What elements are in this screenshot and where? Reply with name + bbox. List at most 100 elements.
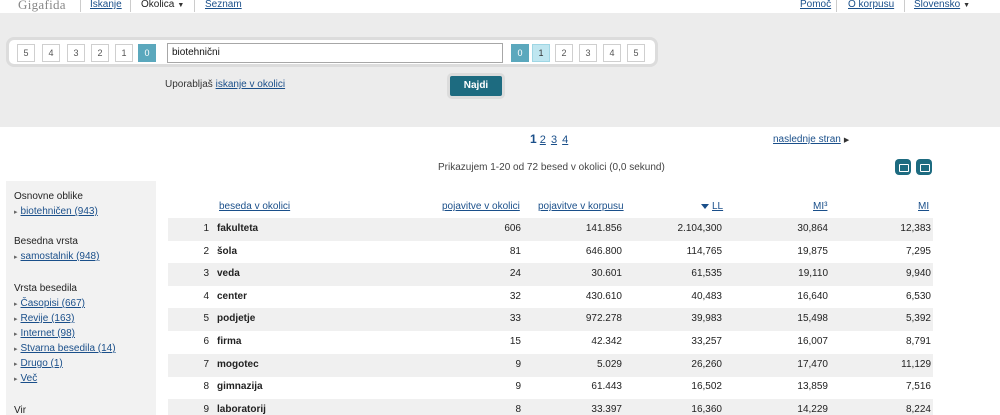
table-row[interactable]: 3 veda 24 30.601 61,535 19,110 9,940 <box>168 263 933 287</box>
bullet-icon: ▸ <box>14 331 18 338</box>
nav-seznam-link[interactable]: Seznam <box>205 0 242 10</box>
chevron-down-icon: ▼ <box>177 2 185 9</box>
cell-mi3: 30,864 <box>797 223 828 234</box>
search-input[interactable]: biotehnični <box>167 43 503 63</box>
cell-freq-corpus: 30.601 <box>591 268 622 280</box>
sidebar-item-label: Revije (163) <box>20 313 75 324</box>
cell-ll: 16,360 <box>691 403 722 415</box>
nav-about-link[interactable]: O korpusu <box>848 0 894 10</box>
table-row[interactable]: 9 laboratorij 8 33.397 16,360 14,229 8,224 <box>168 398 933 415</box>
cell-ll: 33,257 <box>691 336 722 347</box>
cell-ll: 39,983 <box>691 313 722 325</box>
sidebar-item-label: biotehničen (943) <box>20 206 98 217</box>
column-header-mi[interactable]: MI <box>918 201 929 212</box>
bullet-icon: ▸ <box>14 209 18 216</box>
sidebar-item-more[interactable]: ▸ Več <box>14 373 37 384</box>
right-window-5[interactable]: 5 <box>627 44 645 62</box>
cell-freq-context: 33 <box>509 313 521 325</box>
sidebar-item-label: Stvarna besedila (14) <box>20 343 116 354</box>
column-header-word[interactable]: beseda v okolici <box>219 201 290 212</box>
sort-desc-icon <box>701 203 709 209</box>
cell-word: podjetje <box>217 313 256 325</box>
cell-freq-context: 32 <box>509 290 521 302</box>
export-icon[interactable] <box>895 159 911 175</box>
cell-index: 7 <box>203 358 209 370</box>
column-header-freq-context[interactable]: pojavitve v okolici <box>442 201 520 212</box>
cell-mi3: 13,859 <box>797 381 828 393</box>
app-logo[interactable]: Gigafida <box>18 0 66 13</box>
column-header-ll[interactable]: LL <box>701 201 723 212</box>
bullet-icon: ▸ <box>14 346 18 353</box>
sidebar-item[interactable]: ▸ samostalnik (948) <box>14 251 99 262</box>
sidebar-item[interactable]: ▸ Časopisi (667) <box>14 298 85 309</box>
nav-okolica-menu[interactable]: Okolica ▼ <box>141 0 184 10</box>
right-window-1[interactable]: 1 <box>532 44 550 62</box>
table-row[interactable]: 7 mogotec 9 5.029 26,260 17,470 11,129 <box>168 353 933 377</box>
table-row[interactable]: 6 firma 15 42.342 33,257 16,007 8,791 <box>168 331 933 354</box>
page-link-4[interactable]: 4 <box>562 134 568 146</box>
left-window-5[interactable]: 5 <box>17 44 35 62</box>
cell-mi: 6,530 <box>905 290 931 302</box>
top-nav: Gigafida Iskanje Okolica ▼ Seznam Pomoč O… <box>0 0 1000 13</box>
right-window-0[interactable]: 0 <box>511 44 529 62</box>
sidebar-item[interactable]: ▸ Revije (163) <box>14 313 74 324</box>
sidebar-section-title: Besedna vrsta <box>14 236 78 247</box>
right-window-4[interactable]: 4 <box>603 44 621 62</box>
sidebar-item[interactable]: ▸ biotehničen (943) <box>14 206 98 217</box>
cell-mi: 12,383 <box>900 223 931 234</box>
sidebar-item[interactable]: ▸ Stvarna besedila (14) <box>14 343 116 354</box>
table-row[interactable]: 5 podjetje 33 972.278 39,983 15,498 5,392 <box>168 308 933 332</box>
nav-okolica-label: Okolica <box>141 0 175 10</box>
table-row[interactable]: 2 šola 81 646.800 114,765 19,875 7,295 <box>168 241 933 264</box>
left-window-0[interactable]: 0 <box>138 44 156 62</box>
right-window-2[interactable]: 2 <box>555 44 573 62</box>
column-header-mi3[interactable]: MI³ <box>813 201 827 212</box>
next-pages-link[interactable]: naslednje stran <box>773 134 841 145</box>
bullet-icon: ▸ <box>14 361 18 368</box>
search-mode-hint: Uporabljaš iskanje v okolici <box>165 79 285 90</box>
cell-mi3: 19,875 <box>797 245 828 257</box>
nav-divider <box>130 0 131 12</box>
print-icon[interactable] <box>916 159 932 175</box>
left-window-4[interactable]: 4 <box>42 44 60 62</box>
left-window-1[interactable]: 1 <box>115 44 133 62</box>
cell-mi3: 15,498 <box>797 313 828 325</box>
sidebar-item[interactable]: ▸ Drugo (1) <box>14 358 63 369</box>
cell-index: 8 <box>203 381 209 393</box>
sidebar-item-label: Časopisi (667) <box>20 298 85 309</box>
page-link-2[interactable]: 2 <box>540 134 546 146</box>
cell-index: 3 <box>203 268 209 280</box>
cell-ll: 16,502 <box>691 381 722 393</box>
table-row[interactable]: 8 gimnazija 9 61.443 16,502 13,859 7,516 <box>168 376 933 399</box>
cell-freq-context: 606 <box>504 223 521 234</box>
table-row[interactable]: 4 center 32 430.610 40,483 16,640 6,530 <box>168 286 933 309</box>
results-summary: Prikazujem 1-20 od 72 besed v okolici (0… <box>438 162 665 173</box>
cell-word: fakulteta <box>217 223 259 234</box>
nav-divider <box>194 0 195 12</box>
language-menu[interactable]: Slovensko ▼ <box>914 0 970 10</box>
nav-search-link[interactable]: Iskanje <box>90 0 122 10</box>
nav-help-link[interactable]: Pomoč <box>800 0 831 10</box>
left-window-2[interactable]: 2 <box>91 44 109 62</box>
cell-freq-corpus: 141.856 <box>585 223 622 234</box>
cell-mi: 9,940 <box>905 268 931 280</box>
cell-word: šola <box>217 245 238 257</box>
cell-freq-context: 9 <box>515 358 521 370</box>
cell-ll: 2.104,300 <box>677 223 723 234</box>
cell-mi: 8,791 <box>905 336 931 347</box>
page-link-3[interactable]: 3 <box>551 134 557 146</box>
hint-mode-link[interactable]: iskanje v okolici <box>216 79 285 90</box>
right-window-3[interactable]: 3 <box>579 44 597 62</box>
cell-index: 1 <box>203 223 209 234</box>
cell-freq-corpus: 5.029 <box>596 358 622 370</box>
sidebar-item[interactable]: ▸ Internet (98) <box>14 328 75 339</box>
cell-ll: 114,765 <box>686 245 722 257</box>
cell-index: 4 <box>203 290 209 302</box>
next-pages-link-wrap: naslednje stran ▶ <box>773 134 849 145</box>
table-row[interactable]: 1 fakulteta 606 141.856 2.104,300 30,864 12,38… <box>168 218 933 241</box>
find-button[interactable]: Najdi <box>450 76 502 96</box>
column-header-freq-corpus[interactable]: pojavitve v korpusu <box>538 201 624 212</box>
left-window-3[interactable]: 3 <box>67 44 85 62</box>
language-label: Slovensko <box>914 0 961 10</box>
cell-freq-corpus: 972.278 <box>585 313 622 325</box>
